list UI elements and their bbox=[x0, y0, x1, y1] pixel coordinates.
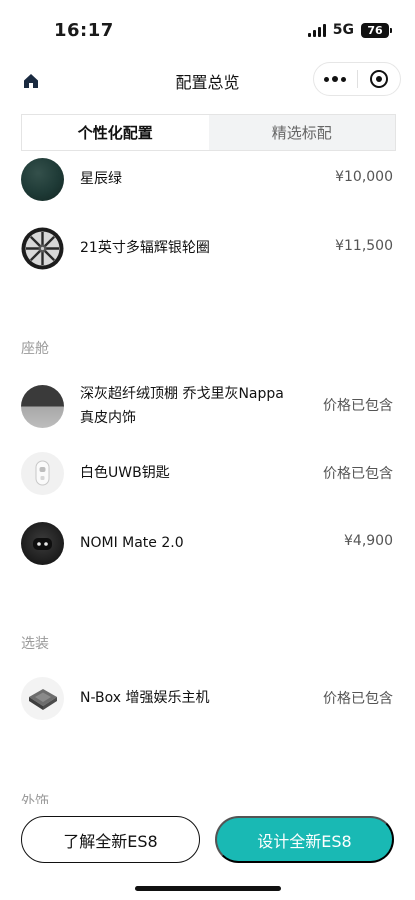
mini-program-capsule bbox=[313, 62, 401, 96]
list-item: 21英寸多辐辉银轮圈 ¥11,500 bbox=[0, 227, 415, 270]
item-name-line1: 深灰超纤绒顶棚 乔戈里灰Nappa bbox=[80, 386, 284, 402]
status-time: 16:17 bbox=[54, 20, 114, 41]
battery-icon: 76 bbox=[361, 22, 392, 38]
list-item: NOMI Mate 2.0 ¥4,900 bbox=[0, 522, 415, 565]
list-item: 星辰绿 ¥10,000 bbox=[0, 158, 415, 201]
list-item: 深灰超纤绒顶棚 乔戈里灰Nappa 真皮内饰 价格已包含 bbox=[0, 382, 415, 432]
color-swatch-icon bbox=[21, 158, 64, 201]
list-item: 白色UWB钥匙 价格已包含 bbox=[0, 452, 415, 495]
item-name-line2: 真皮内饰 bbox=[80, 410, 136, 426]
item-price: 价格已包含 bbox=[323, 398, 393, 414]
more-menu-icon[interactable] bbox=[314, 63, 357, 95]
wheel-icon bbox=[21, 227, 64, 270]
section-label-exterior: 外饰 bbox=[21, 794, 49, 804]
section-label-cabin: 座舱 bbox=[21, 341, 49, 357]
nav-bar: 配置总览 bbox=[0, 56, 415, 104]
item-price: ¥4,900 bbox=[344, 533, 393, 549]
item-price: 价格已包含 bbox=[323, 691, 393, 707]
nomi-robot-icon bbox=[21, 522, 64, 565]
home-indicator[interactable] bbox=[135, 886, 281, 891]
item-name: 21英寸多辐辉银轮圈 bbox=[80, 240, 210, 256]
network-label: 5G bbox=[332, 22, 354, 38]
item-price: ¥10,000 bbox=[335, 169, 393, 185]
close-target-icon[interactable] bbox=[358, 63, 401, 95]
item-price: ¥11,500 bbox=[335, 238, 393, 254]
interior-swatch-icon bbox=[21, 385, 64, 428]
item-price: 价格已包含 bbox=[323, 466, 393, 482]
key-fob-icon bbox=[21, 452, 64, 495]
status-indicators: 5G 76 bbox=[307, 22, 392, 38]
design-es8-button[interactable]: 设计全新ES8 bbox=[215, 816, 394, 863]
item-name: N-Box 增强娱乐主机 bbox=[80, 690, 210, 706]
signal-icon bbox=[307, 23, 326, 37]
tab-standard[interactable]: 精选标配 bbox=[209, 115, 396, 150]
learn-es8-button[interactable]: 了解全新ES8 bbox=[21, 816, 200, 863]
section-label-options: 选装 bbox=[21, 636, 49, 652]
tab-personalized[interactable]: 个性化配置 bbox=[22, 115, 209, 150]
item-name: 白色UWB钥匙 bbox=[80, 465, 170, 481]
nbox-device-icon bbox=[21, 677, 64, 720]
list-item: N-Box 增强娱乐主机 价格已包含 bbox=[0, 677, 415, 720]
config-list[interactable]: 星辰绿 ¥10,000 21英寸多辐辉银轮圈 ¥11,500 座舱 深灰超纤绒顶… bbox=[0, 151, 415, 804]
item-name: 星辰绿 bbox=[80, 171, 122, 187]
item-name: NOMI Mate 2.0 bbox=[80, 535, 184, 551]
status-bar: 16:17 5G 76 bbox=[0, 0, 415, 56]
config-tabs: 个性化配置 精选标配 bbox=[21, 114, 396, 151]
bottom-action-bar: 了解全新ES8 设计全新ES8 bbox=[0, 804, 415, 900]
